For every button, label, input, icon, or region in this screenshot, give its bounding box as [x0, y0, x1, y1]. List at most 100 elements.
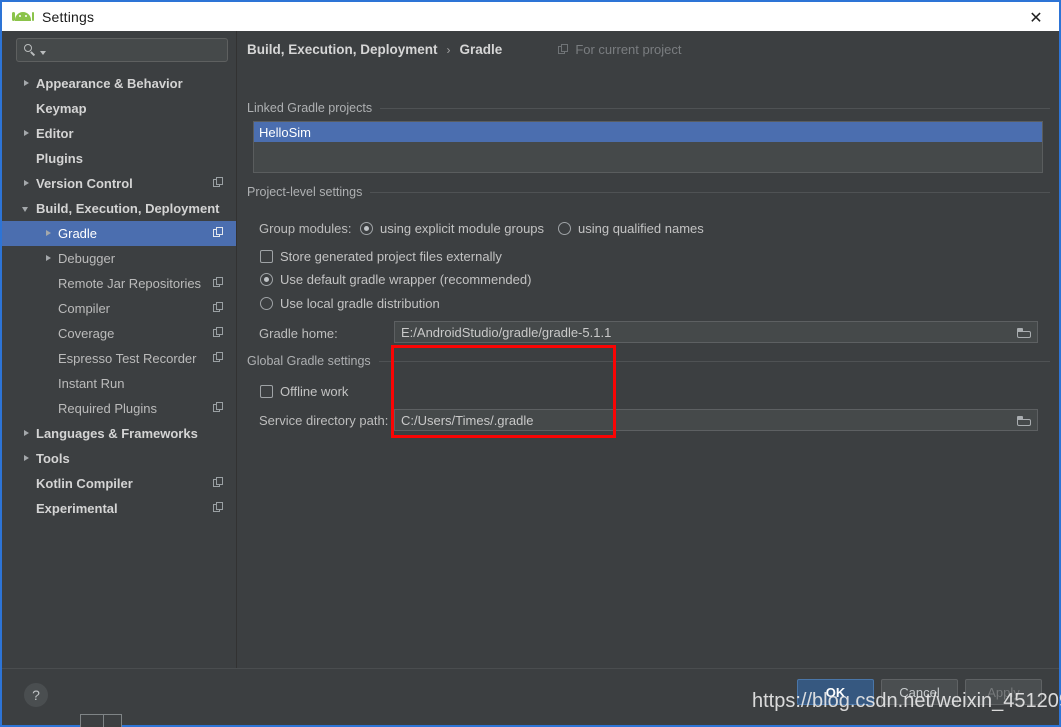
service-directory-path-field[interactable]: C:/Users/Times/.gradle	[394, 409, 1038, 431]
linked-gradle-projects-list[interactable]: HelloSim	[253, 121, 1043, 173]
sidebar-item-label: Experimental	[36, 501, 118, 516]
sidebar-item-label: Kotlin Compiler	[36, 476, 133, 491]
sidebar-item-label: Appearance & Behavior	[36, 76, 183, 91]
checkbox-offline-work[interactable]	[260, 385, 273, 398]
sidebar-item-kotlin-compiler[interactable]: Kotlin Compiler	[2, 471, 236, 496]
folder-icon	[1017, 415, 1031, 427]
chevron-right-icon[interactable]	[20, 427, 33, 440]
sidebar-item-label: Compiler	[58, 301, 111, 316]
sidebar-item-label: Instant Run	[58, 376, 125, 391]
gradle-home-browse-button[interactable]	[1012, 323, 1036, 343]
section-divider	[370, 191, 1050, 193]
help-button[interactable]: ?	[24, 683, 48, 707]
chevron-right-icon[interactable]	[42, 227, 55, 240]
search-icon	[24, 43, 38, 57]
radio-label-explicit-module-groups[interactable]: using explicit module groups	[380, 221, 544, 236]
sidebar-item-required-plugins[interactable]: Required Plugins	[2, 396, 236, 421]
section-project-level-label: Project-level settings	[247, 185, 363, 199]
for-current-project-note: For current project	[558, 42, 682, 57]
copy-icon	[558, 44, 569, 55]
sidebar-item-label: Build, Execution, Deployment	[36, 201, 220, 216]
sidebar-item-remote-jar-repositories[interactable]: Remote Jar Repositories	[2, 271, 236, 296]
sidebar-item-keymap[interactable]: Keymap	[2, 96, 236, 121]
chevron-right-icon[interactable]	[20, 127, 33, 140]
sidebar-item-label: Editor	[36, 126, 74, 141]
breadcrumb-leaf: Gradle	[459, 42, 503, 57]
sidebar-item-label: Coverage	[58, 326, 115, 341]
chevron-down-icon	[40, 50, 46, 55]
radio-use-default-gradle-wrapper[interactable]	[260, 273, 273, 286]
checkbox-store-generated-files-externally[interactable]	[260, 250, 273, 263]
radio-using-explicit-module-groups[interactable]	[360, 222, 373, 235]
sidebar-item-editor[interactable]: Editor	[2, 121, 236, 146]
copy-icon	[213, 502, 224, 513]
copy-icon	[213, 177, 224, 188]
sidebar-item-instant-run[interactable]: Instant Run	[2, 371, 236, 396]
section-linked-projects-label: Linked Gradle projects	[247, 101, 373, 115]
radio-label-qualified-names[interactable]: using qualified names	[578, 221, 704, 236]
sidebar-item-tools[interactable]: Tools	[2, 446, 236, 471]
chevron-right-icon[interactable]	[20, 177, 33, 190]
for-current-project-label: For current project	[575, 42, 682, 57]
watermark-text: https://blog.csdn.net/weixin_45120905	[752, 690, 1061, 712]
sidebar-item-version-control[interactable]: Version Control	[2, 171, 236, 196]
sidebar-item-label: Espresso Test Recorder	[58, 351, 197, 366]
gradle-home-field[interactable]: E:/AndroidStudio/gradle/gradle-5.1.1	[394, 321, 1038, 343]
breadcrumb-root[interactable]: Build, Execution, Deployment	[247, 42, 438, 57]
sidebar-item-gradle[interactable]: Gradle	[2, 221, 236, 246]
chevron-down-icon[interactable]	[20, 202, 33, 215]
radio-label-use-local-gradle-distribution[interactable]: Use local gradle distribution	[280, 296, 440, 311]
radio-label-use-default-gradle-wrapper[interactable]: Use default gradle wrapper (recommended)	[280, 272, 531, 287]
search-input[interactable]	[16, 38, 228, 62]
sidebar-item-debugger[interactable]: Debugger	[2, 246, 236, 271]
sidebar-item-coverage[interactable]: Coverage	[2, 321, 236, 346]
service-directory-browse-button[interactable]	[1012, 411, 1036, 431]
close-icon[interactable]: ✕	[1013, 2, 1059, 33]
service-directory-path-label: Service directory path:	[259, 413, 389, 428]
sidebar-item-experimental[interactable]: Experimental	[2, 496, 236, 521]
sidebar-item-espresso-test-recorder[interactable]: Espresso Test Recorder	[2, 346, 236, 371]
copy-icon	[213, 477, 224, 488]
sidebar-item-label: Keymap	[36, 101, 87, 116]
section-linked-projects-header: Linked Gradle projects	[247, 101, 1050, 115]
folder-icon	[1017, 327, 1031, 339]
sidebar-item-plugins[interactable]: Plugins	[2, 146, 236, 171]
settings-sidebar: Appearance & Behavior Keymap Editor Plugins…	[2, 31, 237, 668]
sidebar-item-languages-frameworks[interactable]: Languages & Frameworks	[2, 421, 236, 446]
sidebar-item-label: Plugins	[36, 151, 83, 166]
copy-icon	[213, 327, 224, 338]
sidebar-item-appearance-behavior[interactable]: Appearance & Behavior	[2, 71, 236, 96]
section-global-settings-header: Global Gradle settings	[247, 354, 1050, 368]
copy-icon	[213, 277, 224, 288]
sidebar-item-compiler[interactable]: Compiler	[2, 296, 236, 321]
radio-use-local-gradle-distribution[interactable]	[260, 297, 273, 310]
window-title: Settings	[42, 8, 95, 25]
section-global-settings-label: Global Gradle settings	[247, 354, 371, 368]
chevron-right-icon[interactable]	[42, 252, 55, 265]
chevron-right-icon[interactable]	[20, 77, 33, 90]
copy-icon	[213, 302, 224, 313]
breadcrumb: Build, Execution, Deployment › Gradle Fo…	[247, 42, 682, 57]
list-item[interactable]: HelloSim	[254, 122, 1042, 142]
android-icon	[12, 10, 34, 24]
chevron-right-icon[interactable]	[20, 452, 33, 465]
sidebar-item-label: Version Control	[36, 176, 133, 191]
copy-icon	[213, 352, 224, 363]
service-directory-path-value: C:/Users/Times/.gradle	[401, 412, 534, 428]
sidebar-item-label: Tools	[36, 451, 70, 466]
sidebar-item-build-execution-deployment[interactable]: Build, Execution, Deployment	[2, 196, 236, 221]
sidebar-item-label: Languages & Frameworks	[36, 426, 198, 441]
taskbar-peek	[80, 714, 122, 727]
checkbox-label-store-generated-files-externally[interactable]: Store generated project files externally	[280, 249, 502, 264]
radio-using-qualified-names[interactable]	[558, 222, 571, 235]
checkbox-label-offline-work[interactable]: Offline work	[280, 384, 348, 399]
